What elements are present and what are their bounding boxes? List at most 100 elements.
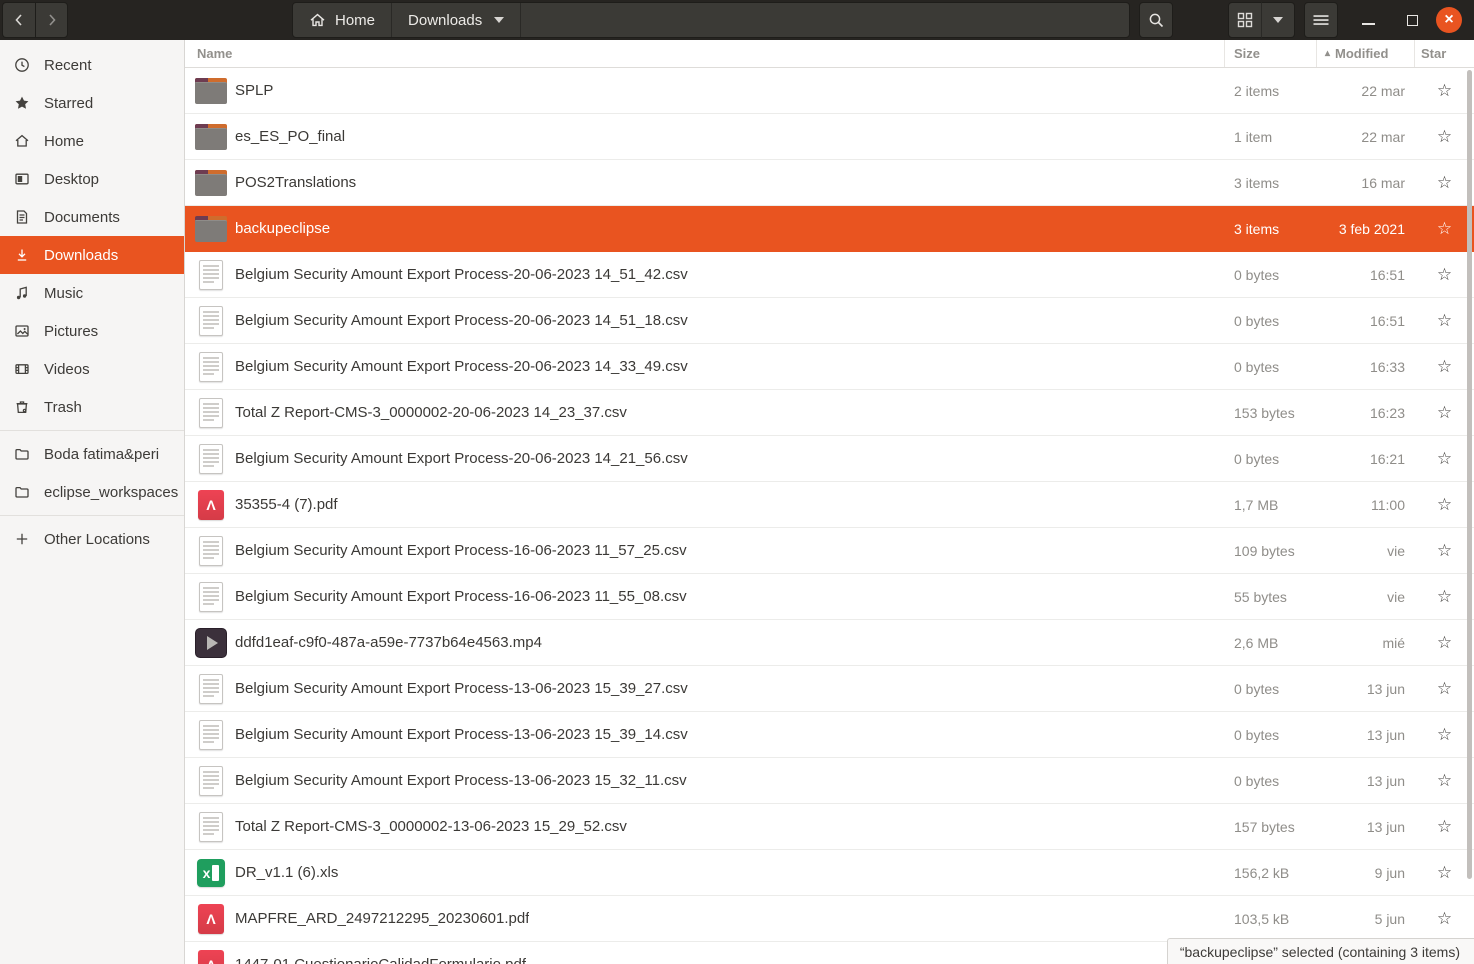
scrollbar[interactable] bbox=[1465, 68, 1473, 938]
file-row[interactable]: POS2Translations3 items16 mar☆ bbox=[185, 160, 1474, 206]
file-row[interactable]: ΛMAPFRE_ARD_2497212295_20230601.pdf103,5… bbox=[185, 896, 1474, 942]
close-button[interactable]: × bbox=[1434, 2, 1464, 38]
star-toggle-icon[interactable]: ☆ bbox=[1437, 863, 1452, 882]
search-button[interactable] bbox=[1139, 2, 1173, 38]
minimize-button[interactable] bbox=[1353, 2, 1383, 38]
star-toggle-icon[interactable]: ☆ bbox=[1437, 81, 1452, 100]
star-toggle-icon[interactable]: ☆ bbox=[1437, 311, 1452, 330]
sidebar-item-label: Starred bbox=[44, 95, 93, 112]
file-row[interactable]: Belgium Security Amount Export Process-2… bbox=[185, 298, 1474, 344]
file-row[interactable]: Total Z Report-CMS-3_0000002-20-06-2023 … bbox=[185, 390, 1474, 436]
sidebar-item-other-locations[interactable]: Other Locations bbox=[0, 520, 184, 558]
sidebar-item-eclipse-workspaces[interactable]: eclipse_workspaces bbox=[0, 473, 184, 511]
file-row[interactable]: Total Z Report-CMS-3_0000002-13-06-2023 … bbox=[185, 804, 1474, 850]
file-row[interactable]: es_ES_PO_final1 item22 mar☆ bbox=[185, 114, 1474, 160]
star-toggle-icon[interactable]: ☆ bbox=[1437, 587, 1452, 606]
file-modified: 22 mar bbox=[1317, 83, 1415, 99]
trash-icon bbox=[13, 399, 30, 416]
file-name: Belgium Security Amount Export Process-1… bbox=[235, 772, 687, 789]
file-row[interactable]: Belgium Security Amount Export Process-1… bbox=[185, 666, 1474, 712]
star-toggle-icon[interactable]: ☆ bbox=[1437, 173, 1452, 192]
column-label: Star bbox=[1421, 46, 1446, 61]
star-toggle-icon[interactable]: ☆ bbox=[1437, 909, 1452, 928]
pathbar: Home Downloads bbox=[292, 2, 1130, 38]
file-row[interactable]: backupeclipse3 items3 feb 2021☆ bbox=[185, 206, 1474, 252]
sidebar-item-documents[interactable]: Documents bbox=[0, 198, 184, 236]
maximize-button[interactable] bbox=[1397, 2, 1427, 38]
file-row[interactable]: Belgium Security Amount Export Process-2… bbox=[185, 436, 1474, 482]
view-grid-button[interactable] bbox=[1228, 2, 1262, 38]
file-row[interactable]: Belgium Security Amount Export Process-1… bbox=[185, 574, 1474, 620]
text-file-icon bbox=[195, 581, 227, 613]
file-row[interactable]: Λ35355-4 (7).pdf1,7 MB11:00☆ bbox=[185, 482, 1474, 528]
sidebar-item-videos[interactable]: Videos bbox=[0, 350, 184, 388]
file-name: es_ES_PO_final bbox=[235, 128, 345, 145]
text-file-icon bbox=[195, 765, 227, 797]
video-file-icon bbox=[195, 627, 227, 659]
text-file-icon bbox=[195, 397, 227, 429]
sidebar-item-starred[interactable]: Starred bbox=[0, 84, 184, 122]
column-label: Size bbox=[1234, 46, 1260, 61]
menu-button[interactable] bbox=[1304, 2, 1338, 38]
forward-button[interactable] bbox=[35, 2, 68, 38]
file-modified: vie bbox=[1317, 543, 1415, 559]
back-button[interactable] bbox=[2, 2, 35, 38]
column-header-modified[interactable]: ▴ Modified bbox=[1317, 40, 1415, 67]
sidebar-item-home[interactable]: Home bbox=[0, 122, 184, 160]
file-size: 157 bytes bbox=[1225, 819, 1317, 835]
file-name-cell: Λ35355-4 (7).pdf bbox=[185, 489, 1225, 521]
sidebar-item-downloads[interactable]: Downloads bbox=[0, 236, 184, 274]
file-row[interactable]: Belgium Security Amount Export Process-2… bbox=[185, 252, 1474, 298]
text-file-icon bbox=[195, 259, 227, 291]
file-name: Belgium Security Amount Export Process-1… bbox=[235, 542, 687, 559]
sidebar-item-label: Videos bbox=[44, 361, 90, 378]
star-toggle-icon[interactable]: ☆ bbox=[1437, 679, 1452, 698]
sidebar-item-label: Recent bbox=[44, 57, 92, 74]
sidebar-item-music[interactable]: Music bbox=[0, 274, 184, 312]
sidebar-item-desktop[interactable]: Desktop bbox=[0, 160, 184, 198]
star-toggle-icon[interactable]: ☆ bbox=[1437, 817, 1452, 836]
star-toggle-icon[interactable]: ☆ bbox=[1437, 633, 1452, 652]
sidebar-item-label: Trash bbox=[44, 399, 82, 416]
star-toggle-icon[interactable]: ☆ bbox=[1437, 357, 1452, 376]
star-toggle-icon[interactable]: ☆ bbox=[1437, 403, 1452, 422]
file-name-cell: Belgium Security Amount Export Process-1… bbox=[185, 581, 1225, 613]
star-toggle-icon[interactable]: ☆ bbox=[1437, 771, 1452, 790]
file-modified: 16 mar bbox=[1317, 175, 1415, 191]
column-header-star[interactable]: Star bbox=[1415, 40, 1474, 67]
file-name-cell: Belgium Security Amount Export Process-1… bbox=[185, 673, 1225, 705]
file-row[interactable]: Belgium Security Amount Export Process-1… bbox=[185, 528, 1474, 574]
folder-outline-icon bbox=[13, 446, 30, 463]
scrollbar-thumb[interactable] bbox=[1467, 70, 1472, 879]
file-row[interactable]: SPLP2 items22 mar☆ bbox=[185, 68, 1474, 114]
chevron-right-icon bbox=[45, 13, 59, 27]
star-toggle-icon[interactable]: ☆ bbox=[1437, 219, 1452, 238]
star-toggle-icon[interactable]: ☆ bbox=[1437, 495, 1452, 514]
grid-view-icon bbox=[1237, 12, 1253, 28]
pathbar-home-button[interactable]: Home bbox=[293, 3, 392, 37]
view-options-button[interactable] bbox=[1261, 2, 1295, 38]
column-header-size[interactable]: Size bbox=[1225, 40, 1317, 67]
file-name-cell: ΛMAPFRE_ARD_2497212295_20230601.pdf bbox=[185, 903, 1225, 935]
star-toggle-icon[interactable]: ☆ bbox=[1437, 127, 1452, 146]
sidebar-item-recent[interactable]: Recent bbox=[0, 46, 184, 84]
file-row[interactable]: ddfd1eaf-c9f0-487a-a59e-7737b64e4563.mp4… bbox=[185, 620, 1474, 666]
column-header-name[interactable]: Name bbox=[185, 40, 1225, 67]
star-toggle-icon[interactable]: ☆ bbox=[1437, 449, 1452, 468]
file-modified: 16:21 bbox=[1317, 451, 1415, 467]
chevron-down-icon bbox=[1273, 17, 1283, 23]
main-area: Recent Starred HomeDesktopDocumentsDownloa… bbox=[0, 40, 1474, 964]
sidebar-item-trash[interactable]: Trash bbox=[0, 388, 184, 426]
file-modified: 16:33 bbox=[1317, 359, 1415, 375]
sidebar-item-pictures[interactable]: Pictures bbox=[0, 312, 184, 350]
pathbar-current-button[interactable]: Downloads bbox=[392, 3, 521, 37]
star-toggle-icon[interactable]: ☆ bbox=[1437, 541, 1452, 560]
star-toggle-icon[interactable]: ☆ bbox=[1437, 725, 1452, 744]
star-toggle-icon[interactable]: ☆ bbox=[1437, 265, 1452, 284]
file-row[interactable]: Belgium Security Amount Export Process-2… bbox=[185, 344, 1474, 390]
sidebar-item-boda-fatima-peri[interactable]: Boda fatima&peri bbox=[0, 435, 184, 473]
file-row[interactable]: Belgium Security Amount Export Process-1… bbox=[185, 758, 1474, 804]
file-row[interactable]: xDR_v1.1 (6).xls156,2 kB9 jun☆ bbox=[185, 850, 1474, 896]
file-row[interactable]: Belgium Security Amount Export Process-1… bbox=[185, 712, 1474, 758]
file-modified: 13 jun bbox=[1317, 727, 1415, 743]
